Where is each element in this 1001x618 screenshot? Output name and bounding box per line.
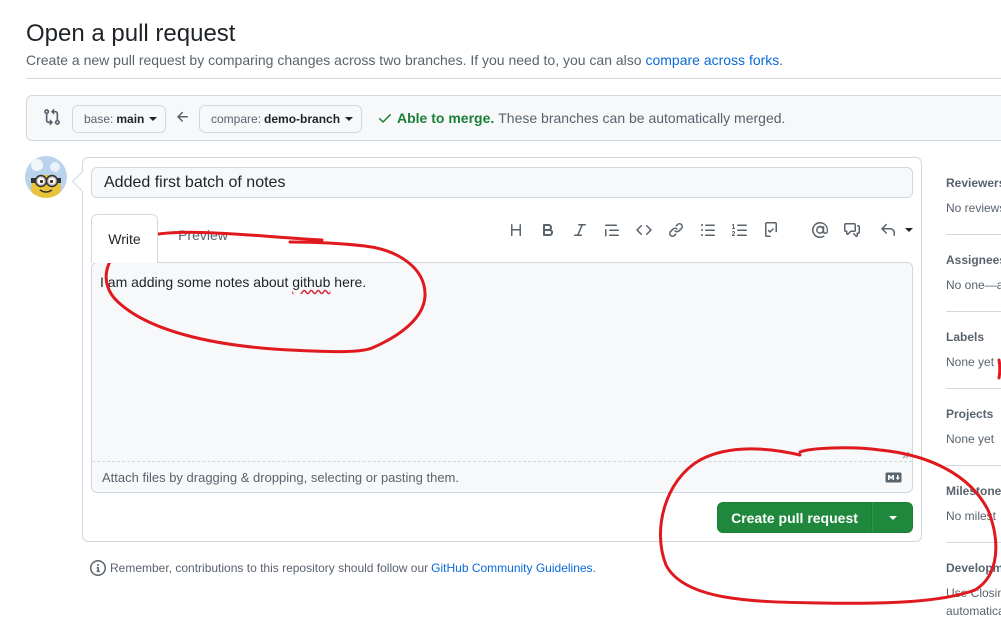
quote-icon[interactable] bbox=[604, 222, 620, 238]
sidebar-value: No reviews bbox=[946, 201, 1001, 215]
merge-description: These branches can be automatically merg… bbox=[498, 110, 786, 126]
sidebar-labels[interactable]: Labels None yet bbox=[946, 330, 1001, 369]
sidebar-value-secondary: automatica bbox=[946, 604, 1001, 618]
pr-title-input[interactable] bbox=[91, 167, 913, 198]
body-text-end: here. bbox=[330, 274, 367, 290]
branch-range-bar: base: main compare: demo-branch Able to … bbox=[26, 95, 1001, 141]
compare-across-forks-link[interactable]: compare across forks bbox=[645, 52, 779, 68]
ordered-list-icon[interactable] bbox=[732, 222, 748, 238]
base-branch-value: main bbox=[116, 112, 145, 126]
reference-icon[interactable] bbox=[844, 222, 860, 238]
code-icon[interactable] bbox=[636, 222, 652, 238]
pr-body-textarea[interactable] bbox=[91, 262, 913, 493]
sidebar-value: No one—as bbox=[946, 278, 1001, 292]
task-list-icon[interactable] bbox=[764, 222, 780, 238]
sidebar-value: None yet bbox=[946, 432, 995, 446]
chevron-down-icon bbox=[345, 117, 354, 121]
avatar[interactable] bbox=[25, 156, 67, 198]
info-icon bbox=[90, 560, 106, 576]
compare-branch-value: demo-branch bbox=[264, 112, 341, 126]
sidebar-reviewers[interactable]: Reviewers No reviews bbox=[946, 176, 1001, 215]
heading-icon[interactable] bbox=[508, 222, 524, 238]
check-icon bbox=[379, 114, 391, 123]
sidebar-divider bbox=[946, 388, 1001, 389]
mention-icon[interactable] bbox=[812, 222, 828, 238]
sidebar-divider bbox=[946, 311, 1001, 312]
sidebar-milestone[interactable]: Milestone No milest bbox=[946, 484, 1001, 523]
merge-status: Able to merge. These branches can be aut… bbox=[377, 110, 785, 126]
chevron-down-icon bbox=[149, 117, 158, 121]
merge-ok-label: Able to merge. bbox=[397, 110, 495, 126]
reply-icon[interactable] bbox=[880, 222, 896, 238]
sidebar-divider bbox=[946, 234, 1001, 235]
bold-icon[interactable] bbox=[540, 222, 556, 238]
sidebar-value: Use Closin bbox=[946, 586, 1001, 600]
tab-write[interactable]: Write bbox=[91, 214, 158, 263]
body-text-misspelled: github bbox=[292, 274, 331, 290]
create-pull-request-button[interactable]: Create pull request bbox=[717, 502, 872, 533]
link-icon[interactable] bbox=[668, 222, 684, 238]
sidebar-value: None yet bbox=[946, 355, 995, 369]
sidebar-divider bbox=[946, 465, 1001, 466]
tab-preview[interactable]: Preview bbox=[162, 214, 244, 256]
sidebar-heading: Reviewers bbox=[946, 176, 1001, 190]
subtitle-text: Create a new pull request by comparing c… bbox=[26, 52, 642, 68]
sidebar-development[interactable]: Developm Use Closin automatica bbox=[946, 561, 1001, 618]
git-compare-icon bbox=[44, 108, 60, 126]
create-options-dropdown[interactable] bbox=[872, 502, 913, 533]
arrow-left-icon bbox=[177, 111, 188, 122]
subtitle-end: . bbox=[779, 52, 784, 68]
compare-branch-select[interactable]: compare: demo-branch bbox=[199, 105, 362, 133]
sidebar-value: No milest bbox=[946, 509, 997, 523]
base-branch-select[interactable]: base: main bbox=[72, 105, 166, 133]
chevron-down-icon bbox=[888, 515, 897, 520]
sidebar-divider bbox=[946, 542, 1001, 543]
tab-write-label: Write bbox=[108, 231, 141, 247]
pr-body-text: I am adding some notes about github here… bbox=[100, 274, 366, 290]
sidebar-assignees[interactable]: Assignees No one—as bbox=[946, 253, 1001, 292]
sidebar-projects[interactable]: Projects None yet bbox=[946, 407, 1001, 446]
attach-files-hint[interactable]: Attach files by dragging & dropping, sel… bbox=[102, 470, 459, 485]
sidebar-heading: Developm bbox=[946, 561, 1001, 575]
header-divider bbox=[26, 78, 1001, 79]
italic-icon[interactable] bbox=[572, 222, 588, 238]
page-title: Open a pull request bbox=[26, 20, 236, 47]
community-guidelines-note: Remember, contributions to this reposito… bbox=[90, 560, 596, 576]
sidebar-heading: Milestone bbox=[946, 484, 1001, 498]
sidebar-heading: Projects bbox=[946, 407, 994, 421]
base-label: base: bbox=[84, 112, 114, 126]
compare-label: compare: bbox=[211, 112, 262, 126]
editor-footer-divider bbox=[92, 461, 912, 462]
resize-handle-icon[interactable] bbox=[900, 449, 910, 459]
chevron-down-icon[interactable] bbox=[905, 228, 913, 232]
sidebar-heading: Labels bbox=[946, 330, 985, 344]
unordered-list-icon[interactable] bbox=[700, 222, 716, 238]
guidelines-end: . bbox=[592, 561, 596, 575]
sidebar-heading: Assignees bbox=[946, 253, 1001, 267]
page-subtitle: Create a new pull request by comparing c… bbox=[26, 52, 783, 68]
guidelines-text: Remember, contributions to this reposito… bbox=[110, 561, 429, 575]
community-guidelines-link[interactable]: GitHub Community Guidelines bbox=[431, 561, 592, 575]
markdown-icon[interactable] bbox=[885, 472, 902, 483]
tab-preview-label: Preview bbox=[178, 227, 228, 243]
body-text-start: I am adding some notes about bbox=[100, 274, 293, 290]
